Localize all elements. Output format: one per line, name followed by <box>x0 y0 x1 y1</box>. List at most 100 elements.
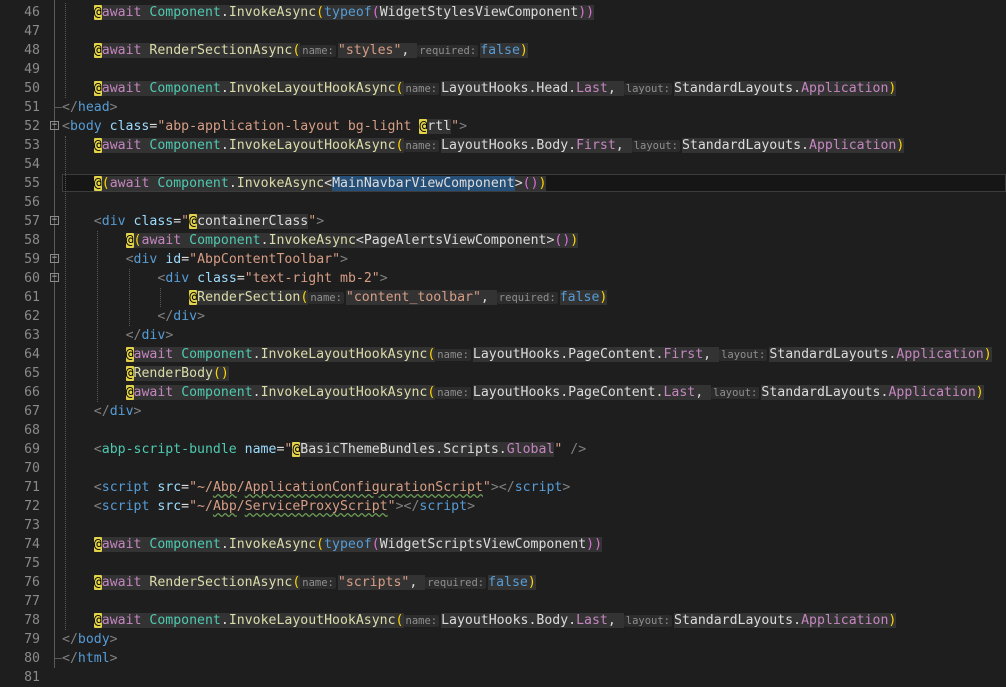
code-token: ) <box>983 347 992 362</box>
code-text: <abp-script-bundle name="@BasicThemeBund… <box>94 440 586 459</box>
code-line[interactable]: 54 <box>0 155 1006 174</box>
code-token: "AbpContentToolbar" <box>189 252 341 267</box>
code-token: LayoutHooks.PageContent. <box>472 347 664 362</box>
code-token: Component <box>181 385 253 400</box>
code-line[interactable]: 55 @(await Component.InvokeAsync<MainNavb… <box>0 174 1006 193</box>
code-token: rtl <box>427 119 452 134</box>
code-token: LayoutHooks.Head. <box>441 81 577 96</box>
code-token: Component <box>157 176 229 191</box>
code-line[interactable]: 56 <box>0 193 1006 212</box>
code-line[interactable]: 61 @RenderSection(name: "content_toolbar",… <box>0 288 1006 307</box>
code-token: Component <box>181 347 253 362</box>
fold-toggle-icon[interactable] <box>50 216 59 225</box>
code-line[interactable]: 73 <box>0 516 1006 535</box>
code-line[interactable]: 60 <div class="text-right mb-2"> <box>0 269 1006 288</box>
code-token: layout: <box>623 615 673 627</box>
code-token: InvokeLayoutHookAsync <box>228 138 396 153</box>
code-line[interactable]: 80 </html> <box>0 649 1006 668</box>
code-line[interactable]: 62 </div> <box>0 307 1006 326</box>
line-number: 81 <box>24 670 40 685</box>
code-token: ) <box>888 613 897 628</box>
code-line[interactable]: 58 @(await Component.InvokeAsync<PageAler… <box>0 231 1006 250</box>
code-token: Component <box>149 81 221 96</box>
code-line[interactable]: 77 <box>0 592 1006 611</box>
code-line[interactable]: 49 <box>0 60 1006 79</box>
code-token: Application <box>809 138 897 153</box>
fold-toggle-icon[interactable] <box>50 273 59 282</box>
fold-toggle-icon[interactable] <box>50 121 59 130</box>
code-line[interactable]: 69 <abp-script-bundle name="@BasicThemeBu… <box>0 440 1006 459</box>
code-line[interactable]: 78 @await Component.InvokeLayoutHookAsync… <box>0 611 1006 630</box>
code-line[interactable]: 57<div class="@containerClass"> <box>0 212 1006 231</box>
code-line[interactable]: 67 </div> <box>0 402 1006 421</box>
code-token: . <box>252 385 261 400</box>
code-token: Last <box>576 613 608 628</box>
code-token: "~/ <box>189 480 213 495</box>
code-token: RenderSection <box>197 290 301 305</box>
code-text: <div id="AbpContentToolbar"> <box>126 250 348 269</box>
fold-end-marker <box>55 107 62 111</box>
code-line[interactable]: 46 @await Component.InvokeAsync(typeof(Wi… <box>0 3 1006 22</box>
code-token: </ <box>125 328 142 343</box>
code-line[interactable]: 75 <box>0 554 1006 573</box>
code-token: > <box>562 480 571 495</box>
code-token: InvokeAsync <box>228 537 317 552</box>
indent-guide <box>65 3 66 98</box>
code-token: StandardLayouts. <box>681 138 809 153</box>
code-token: = <box>181 252 190 267</box>
code-token: / <box>236 499 245 514</box>
code-token: , <box>615 138 632 153</box>
code-token: <PageAlertsViewComponent> <box>355 233 555 248</box>
code-text: <script src="~/Abp/ApplicationConfigurat… <box>94 478 570 497</box>
code-line[interactable]: 66 @await Component.InvokeLayoutHookAsync… <box>0 383 1006 402</box>
code-line[interactable]: 64 @await Component.InvokeLayoutHookAsync… <box>0 345 1006 364</box>
code-token: StandardLayouts. <box>769 347 897 362</box>
indent-guide <box>160 288 162 307</box>
code-line[interactable]: 79 </body> <box>0 630 1006 649</box>
code-editor[interactable]: 46 @await Component.InvokeAsync(typeof(Wi… <box>0 0 1006 687</box>
code-line[interactable]: 71 <script src="~/Abp/ApplicationConfigur… <box>0 478 1006 497</box>
code-line[interactable]: 63 </div> <box>0 326 1006 345</box>
code-line[interactable]: 52 <body class="abp-application-layout bg… <box>0 117 1006 136</box>
code-line[interactable]: 68 <box>0 421 1006 440</box>
code-line[interactable]: 59 <div id="AbpContentToolbar"> <box>0 250 1006 269</box>
code-token: @ <box>93 176 102 191</box>
line-number: 69 <box>24 442 40 457</box>
code-line[interactable]: 70 <box>0 459 1006 478</box>
code-line[interactable]: 72 <script src="~/Abp/ServiceProxyScript"… <box>0 497 1006 516</box>
code-token: < <box>93 499 102 514</box>
code-line[interactable]: 74 @await Component.InvokeAsync(typeof(Wi… <box>0 535 1006 554</box>
code-line[interactable]: 53 @await Component.InvokeLayoutHookAsync… <box>0 136 1006 155</box>
code-token: InvokeAsync <box>268 233 356 248</box>
code-line[interactable]: 51 </head> <box>0 98 1006 117</box>
code-line[interactable]: 76 @await RenderSectionAsync(name: "script… <box>0 573 1006 592</box>
code-token: @ <box>189 290 198 305</box>
code-token: Component <box>149 138 221 153</box>
code-token: name: <box>403 83 440 95</box>
code-token: "content_toolbar" <box>345 290 481 305</box>
code-token: await <box>101 613 150 628</box>
code-token: await <box>101 537 150 552</box>
line-number: 62 <box>24 309 40 324</box>
code-line[interactable]: 81 <box>0 668 1006 687</box>
code-text: @(await Component.InvokeAsync<MainNavbar… <box>93 174 547 193</box>
code-token: layout: <box>719 349 768 361</box>
code-text: </html> <box>62 649 118 668</box>
code-line[interactable]: 65 @RenderBody() <box>0 364 1006 383</box>
code-token: name: <box>435 349 471 361</box>
code-line[interactable]: 50 @await Component.InvokeLayoutHookAsync… <box>0 79 1006 98</box>
code-text: @await Component.InvokeLayoutHookAsync(n… <box>125 383 984 402</box>
code-token: required: <box>417 45 479 57</box>
code-token: < <box>125 252 134 267</box>
code-text: </head> <box>62 98 118 117</box>
fold-toggle-icon[interactable] <box>50 254 59 263</box>
code-token: Last <box>576 81 608 96</box>
code-token: </ <box>93 404 110 419</box>
code-token: ) <box>570 233 579 248</box>
line-number: 70 <box>24 461 40 476</box>
code-token: StandardLayouts. <box>761 385 889 400</box>
code-line[interactable]: 48 @await RenderSectionAsync(name: "styles… <box>0 41 1006 60</box>
code-line[interactable]: 47 <box>0 22 1006 41</box>
code-token: Application <box>896 347 984 362</box>
line-number: 51 <box>24 100 40 115</box>
